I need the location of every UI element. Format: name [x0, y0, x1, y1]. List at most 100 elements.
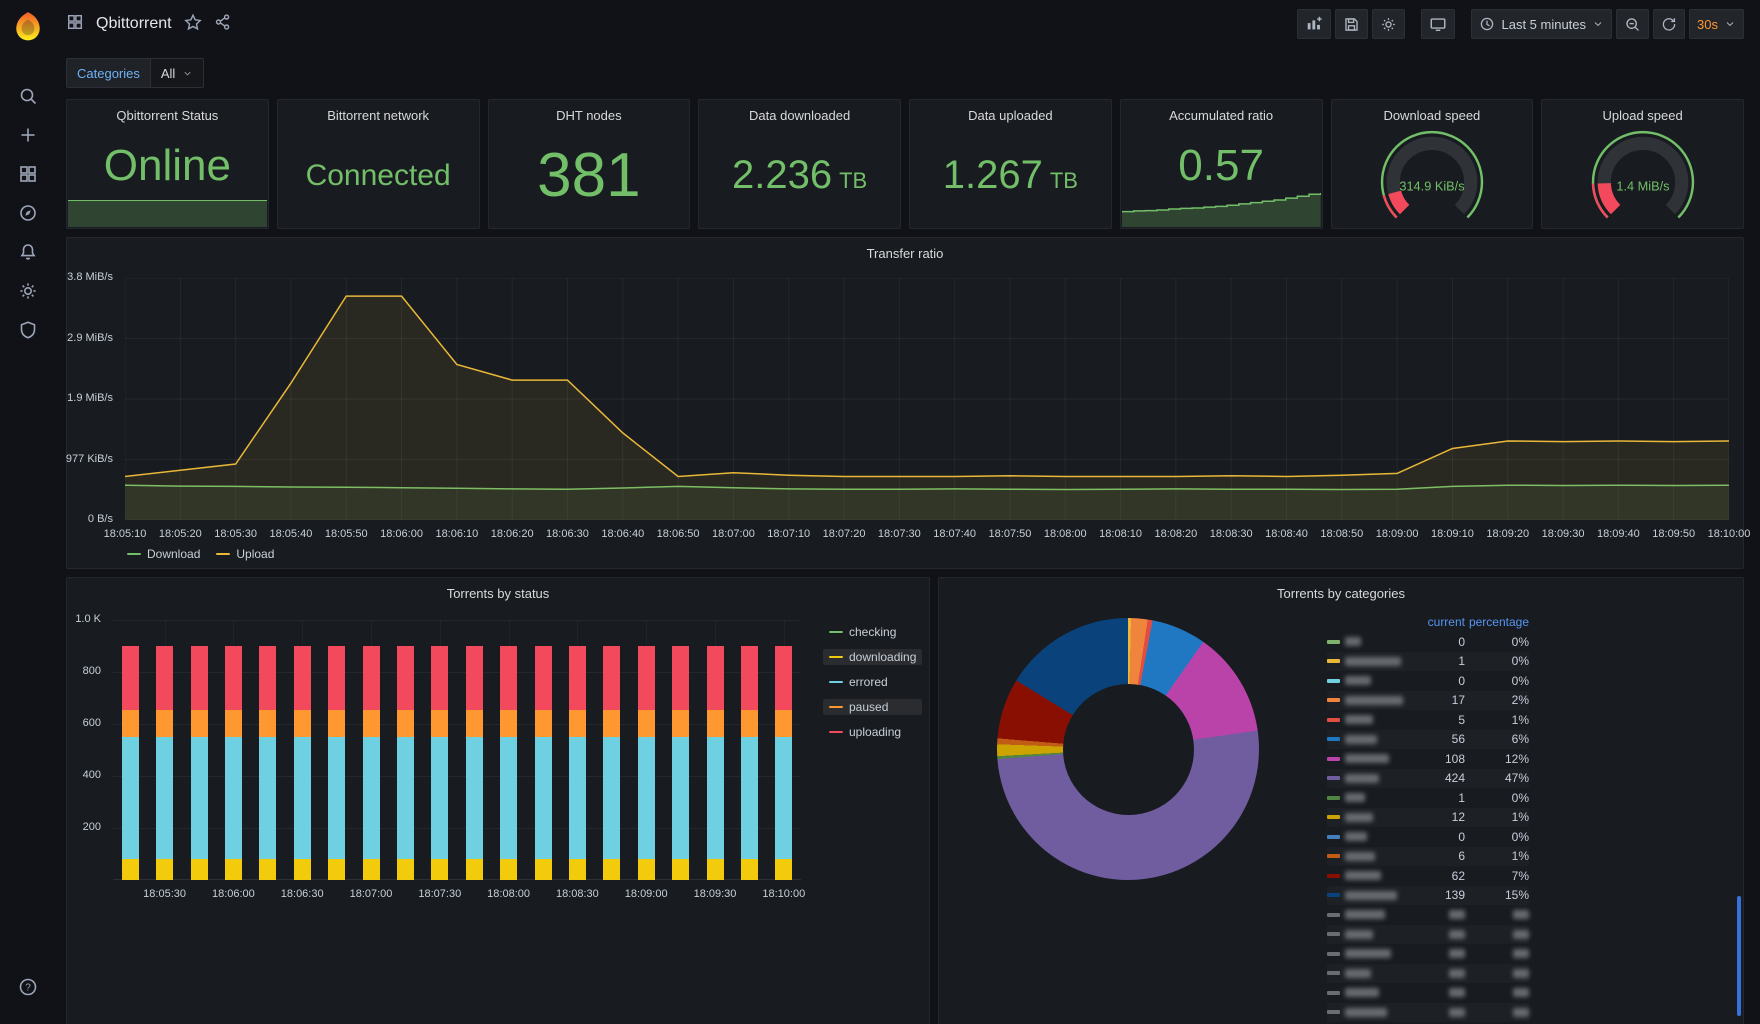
transfer-chart[interactable] — [125, 278, 1729, 520]
stacked-bar[interactable] — [534, 646, 552, 880]
panel-title[interactable]: Accumulated ratio — [1121, 100, 1322, 123]
legend-item-errored[interactable]: errored — [823, 674, 922, 690]
stacked-bar[interactable] — [603, 646, 621, 880]
table-row[interactable]: 62 7% — [1327, 866, 1529, 886]
refresh-interval-dropdown[interactable]: 30s — [1689, 9, 1744, 39]
legend-item-uploading[interactable]: uploading — [823, 724, 922, 740]
variable-value-dropdown[interactable]: All — [149, 58, 205, 88]
help-icon[interactable]: ? — [0, 967, 55, 1006]
series-color-icon — [1327, 737, 1340, 742]
panel-title[interactable]: Data uploaded — [910, 100, 1111, 123]
table-row[interactable]: 139 15% — [1327, 886, 1529, 906]
stacked-bar[interactable] — [121, 646, 139, 880]
table-row[interactable] — [1327, 905, 1529, 925]
table-row[interactable]: 17 2% — [1327, 691, 1529, 711]
stat-value: 0.57 — [1178, 140, 1264, 190]
stacked-bar[interactable] — [156, 646, 174, 880]
dashboard-settings-button[interactable] — [1372, 9, 1406, 39]
x-tick: 18:06:00 — [211, 888, 255, 900]
stacked-bar[interactable] — [224, 646, 242, 880]
explore-compass-icon[interactable] — [0, 193, 55, 232]
legend-item-downloading[interactable]: downloading — [823, 649, 923, 665]
table-row[interactable]: 108 12% — [1327, 749, 1529, 769]
stat-value: 1.267 — [942, 153, 1043, 197]
status-bar-chart[interactable] — [113, 620, 801, 880]
table-row[interactable]: 1 0% — [1327, 652, 1529, 672]
categories-donut-chart[interactable] — [997, 618, 1259, 880]
legend-item-download[interactable]: Download — [127, 547, 200, 561]
legend-item-upload[interactable]: Upload — [216, 547, 274, 561]
stacked-bar[interactable] — [568, 646, 586, 880]
panel-title[interactable]: DHT nodes — [489, 100, 690, 123]
x-tick: 18:07:10 — [767, 528, 811, 540]
stacked-bar[interactable] — [431, 646, 449, 880]
zoom-out-button[interactable] — [1616, 9, 1650, 39]
stacked-bar[interactable] — [706, 646, 724, 880]
chevron-down-icon — [184, 71, 191, 75]
stacked-bar[interactable] — [741, 646, 759, 880]
legend-item-checking[interactable]: checking — [823, 624, 922, 640]
table-row[interactable]: 0 0% — [1327, 827, 1529, 847]
grafana-logo-icon[interactable] — [12, 10, 44, 42]
table-row[interactable]: 1 0% — [1327, 788, 1529, 808]
stacked-bar[interactable] — [293, 646, 311, 880]
x-tick: 18:09:30 — [1541, 528, 1585, 540]
table-row[interactable] — [1327, 1003, 1529, 1023]
vertical-scrollbar[interactable] — [1737, 896, 1741, 1016]
panel-title[interactable]: Transfer ratio — [67, 238, 1743, 261]
stacked-bar[interactable] — [465, 646, 483, 880]
table-row[interactable]: 56 6% — [1327, 730, 1529, 750]
stacked-bar[interactable] — [637, 646, 655, 880]
stacked-bar[interactable] — [362, 646, 380, 880]
share-icon[interactable] — [214, 13, 232, 36]
save-dashboard-button[interactable] — [1335, 9, 1369, 39]
panel-title[interactable]: Qbittorrent Status — [67, 100, 268, 123]
panel-title[interactable]: Torrents by status — [67, 578, 929, 601]
column-header-current[interactable]: current — [1413, 615, 1465, 629]
panel-title[interactable]: Bittorrent network — [278, 100, 479, 123]
series-color-icon — [1327, 776, 1340, 781]
status-y-axis: 1.0 K 800 600 400 200 — [67, 578, 107, 1024]
admin-shield-icon[interactable] — [0, 310, 55, 349]
stacked-bar[interactable] — [328, 646, 346, 880]
add-panel-button[interactable] — [1297, 9, 1332, 39]
panel-title[interactable]: Download speed — [1332, 100, 1533, 123]
stacked-bar[interactable] — [500, 646, 518, 880]
x-tick: 18:07:00 — [349, 888, 393, 900]
stacked-bar[interactable] — [259, 646, 277, 880]
stacked-bar[interactable] — [672, 646, 690, 880]
legend-item-paused[interactable]: paused — [823, 699, 923, 715]
panel-title[interactable]: Upload speed — [1542, 100, 1743, 123]
dashboard-grid-icon[interactable] — [66, 13, 84, 36]
configuration-gear-icon[interactable] — [0, 271, 55, 310]
table-row[interactable] — [1327, 983, 1529, 1003]
table-row[interactable]: 424 47% — [1327, 769, 1529, 789]
dashboards-icon[interactable] — [0, 154, 55, 193]
alerting-bell-icon[interactable] — [0, 232, 55, 271]
table-row[interactable]: 5 1% — [1327, 710, 1529, 730]
table-row[interactable] — [1327, 925, 1529, 945]
table-row[interactable]: 6 1% — [1327, 847, 1529, 867]
table-row[interactable]: 0 0% — [1327, 671, 1529, 691]
y-tick: 1.0 K — [75, 613, 101, 625]
stacked-bar[interactable] — [775, 646, 793, 880]
time-range-picker[interactable]: Last 5 minutes — [1471, 9, 1613, 39]
table-row[interactable] — [1327, 944, 1529, 964]
favorite-star-icon[interactable] — [183, 13, 202, 36]
create-plus-icon[interactable] — [0, 115, 55, 154]
stacked-bar[interactable] — [190, 646, 208, 880]
refresh-interval-label: 30s — [1697, 16, 1718, 32]
refresh-button[interactable] — [1653, 9, 1686, 39]
variable-label[interactable]: Categories — [66, 58, 150, 88]
panel-title[interactable]: Data downloaded — [699, 100, 900, 123]
panel-title[interactable]: Torrents by categories — [939, 578, 1743, 601]
table-row[interactable] — [1327, 964, 1529, 984]
search-icon[interactable] — [0, 76, 55, 115]
panel-qbittorrent-status: Qbittorrent Status Online — [66, 99, 269, 229]
table-row[interactable]: 12 1% — [1327, 808, 1529, 828]
stacked-bar[interactable] — [396, 646, 414, 880]
y-tick: 200 — [82, 821, 101, 833]
cycle-view-tv-button[interactable] — [1421, 9, 1456, 39]
column-header-percentage[interactable]: percentage — [1465, 615, 1529, 629]
table-row[interactable]: 0 0% — [1327, 632, 1529, 652]
